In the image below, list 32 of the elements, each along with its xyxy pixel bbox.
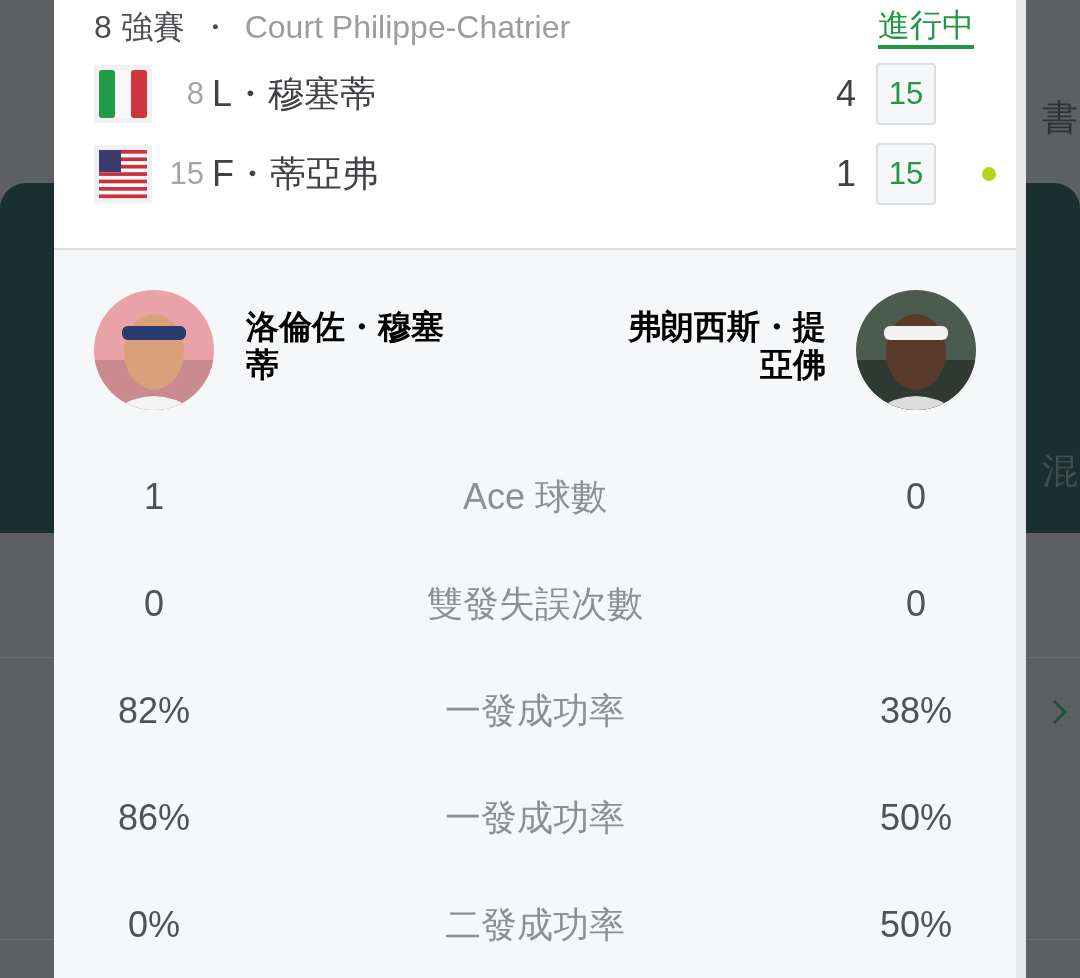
stat-label: Ace 球數 — [461, 474, 608, 519]
sets-won: 1 — [835, 152, 856, 196]
stat-value: 38% — [878, 688, 954, 733]
stat-value: 0% — [127, 902, 181, 947]
player-full-name: 弗朗西斯・提亞佛 — [627, 307, 826, 384]
stat-value: 86% — [116, 795, 192, 840]
court-name: Court Philippe-Chatrier — [244, 8, 571, 47]
stat-value: 0 — [905, 474, 927, 519]
flag-icon — [94, 65, 152, 123]
stat-label: 一發成功率 — [444, 688, 626, 733]
stat-value: 0 — [143, 581, 165, 626]
flag-icon — [94, 145, 152, 203]
match-status[interactable]: 進行中 — [878, 5, 974, 49]
game-score: 15 — [876, 63, 936, 125]
stat-value: 82% — [116, 688, 192, 733]
seed-number: 15 — [168, 154, 204, 193]
round-label: 8 強賽 — [94, 8, 185, 47]
stat-label: 二發成功率 — [444, 902, 626, 947]
stat-label: 一發成功率 — [444, 795, 626, 840]
stat-label: 雙發失誤次數 — [426, 581, 644, 626]
sets-won: 4 — [835, 72, 856, 116]
game-score: 15 — [876, 143, 936, 205]
stat-value: 0 — [905, 581, 927, 626]
stat-value: 50% — [878, 902, 954, 947]
chevron-right-icon[interactable] — [1050, 698, 1070, 726]
player-full-name: 洛倫佐・穆塞蒂 — [246, 307, 445, 384]
player-name: F・蒂亞弗 — [212, 152, 378, 196]
seed-number: 8 — [185, 74, 204, 113]
player-name: L・穆塞蒂 — [212, 72, 377, 116]
stat-value: 1 — [143, 474, 165, 519]
separator-dot: ・ — [198, 8, 231, 47]
stat-value: 50% — [878, 795, 954, 840]
